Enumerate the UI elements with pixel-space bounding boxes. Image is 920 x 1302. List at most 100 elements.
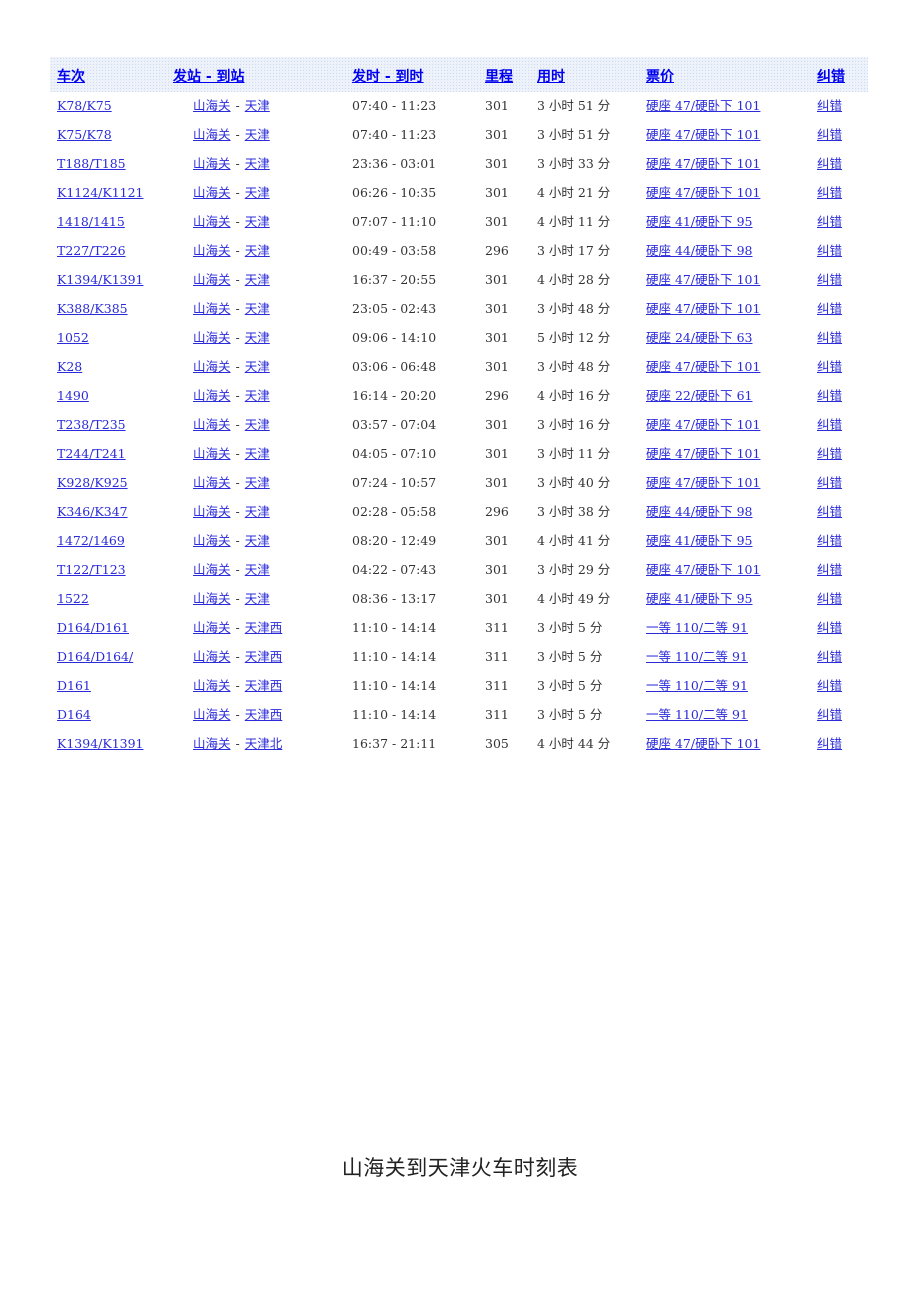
from-station-link[interactable]: 山海关 [193,243,231,258]
from-station-link[interactable]: 山海关 [193,591,231,606]
train-number-link[interactable]: T238/T235 [57,417,126,432]
train-number-link[interactable]: K1124/K1121 [57,185,144,200]
train-number-link[interactable]: 1418/1415 [57,214,125,229]
report-error-link[interactable]: 纠错 [817,156,842,171]
header-report-error[interactable]: 纠错 [817,68,845,86]
train-number-link[interactable]: D161 [57,678,91,693]
to-station-link[interactable]: 天津 [245,562,270,577]
from-station-link[interactable]: 山海关 [193,446,231,461]
report-error-link[interactable]: 纠错 [817,649,842,664]
price-link[interactable]: 硬座 44/硬卧下 98 [646,504,752,519]
from-station-link[interactable]: 山海关 [193,562,231,577]
header-route[interactable]: 发站 - 到站 [173,68,245,86]
to-station-link[interactable]: 天津 [245,388,270,403]
to-station-link[interactable]: 天津西 [245,620,283,635]
train-number-link[interactable]: T227/T226 [57,243,126,258]
from-station-link[interactable]: 山海关 [193,649,231,664]
header-distance[interactable]: 里程 [485,68,513,86]
header-duration[interactable]: 用时 [537,68,565,86]
report-error-link[interactable]: 纠错 [817,504,842,519]
from-station-link[interactable]: 山海关 [193,736,231,751]
train-number-link[interactable]: K78/K75 [57,98,112,113]
train-number-link[interactable]: 1052 [57,330,89,345]
report-error-link[interactable]: 纠错 [817,446,842,461]
price-link[interactable]: 硬座 47/硬卧下 101 [646,98,760,113]
to-station-link[interactable]: 天津西 [245,707,283,722]
from-station-link[interactable]: 山海关 [193,127,231,142]
report-error-link[interactable]: 纠错 [817,359,842,374]
report-error-link[interactable]: 纠错 [817,562,842,577]
price-link[interactable]: 硬座 24/硬卧下 63 [646,330,752,345]
train-number-link[interactable]: K388/K385 [57,301,128,316]
price-link[interactable]: 硬座 47/硬卧下 101 [646,446,760,461]
to-station-link[interactable]: 天津 [245,98,270,113]
from-station-link[interactable]: 山海关 [193,475,231,490]
from-station-link[interactable]: 山海关 [193,533,231,548]
from-station-link[interactable]: 山海关 [193,707,231,722]
price-link[interactable]: 硬座 47/硬卧下 101 [646,417,760,432]
to-station-link[interactable]: 天津 [245,127,270,142]
to-station-link[interactable]: 天津 [245,533,270,548]
from-station-link[interactable]: 山海关 [193,359,231,374]
to-station-link[interactable]: 天津 [245,272,270,287]
to-station-link[interactable]: 天津西 [245,649,283,664]
from-station-link[interactable]: 山海关 [193,388,231,403]
price-link[interactable]: 硬座 44/硬卧下 98 [646,243,752,258]
report-error-link[interactable]: 纠错 [817,417,842,432]
from-station-link[interactable]: 山海关 [193,185,231,200]
to-station-link[interactable]: 天津 [245,301,270,316]
train-number-link[interactable]: K1394/K1391 [57,736,144,751]
price-link[interactable]: 硬座 41/硬卧下 95 [646,591,752,606]
to-station-link[interactable]: 天津 [245,214,270,229]
report-error-link[interactable]: 纠错 [817,707,842,722]
report-error-link[interactable]: 纠错 [817,388,842,403]
report-error-link[interactable]: 纠错 [817,301,842,316]
from-station-link[interactable]: 山海关 [193,156,231,171]
train-number-link[interactable]: K928/K925 [57,475,128,490]
price-link[interactable]: 硬座 47/硬卧下 101 [646,272,760,287]
train-number-link[interactable]: K346/K347 [57,504,128,519]
to-station-link[interactable]: 天津西 [245,678,283,693]
report-error-link[interactable]: 纠错 [817,620,842,635]
from-station-link[interactable]: 山海关 [193,301,231,316]
report-error-link[interactable]: 纠错 [817,533,842,548]
train-number-link[interactable]: D164/D164/ [57,649,133,664]
price-link[interactable]: 硬座 41/硬卧下 95 [646,533,752,548]
train-number-link[interactable]: T122/T123 [57,562,126,577]
to-station-link[interactable]: 天津 [245,156,270,171]
to-station-link[interactable]: 天津北 [245,736,283,751]
report-error-link[interactable]: 纠错 [817,98,842,113]
report-error-link[interactable]: 纠错 [817,214,842,229]
to-station-link[interactable]: 天津 [245,504,270,519]
price-link[interactable]: 硬座 47/硬卧下 101 [646,736,760,751]
price-link[interactable]: 硬座 47/硬卧下 101 [646,475,760,490]
train-number-link[interactable]: 1522 [57,591,89,606]
price-link[interactable]: 硬座 41/硬卧下 95 [646,214,752,229]
report-error-link[interactable]: 纠错 [817,127,842,142]
to-station-link[interactable]: 天津 [245,359,270,374]
price-link[interactable]: 硬座 47/硬卧下 101 [646,301,760,316]
from-station-link[interactable]: 山海关 [193,272,231,287]
price-link[interactable]: 硬座 22/硬卧下 61 [646,388,752,403]
price-link[interactable]: 硬座 47/硬卧下 101 [646,359,760,374]
to-station-link[interactable]: 天津 [245,475,270,490]
from-station-link[interactable]: 山海关 [193,330,231,345]
report-error-link[interactable]: 纠错 [817,591,842,606]
price-link[interactable]: 一等 110/二等 91 [646,707,748,722]
train-number-link[interactable]: 1472/1469 [57,533,125,548]
to-station-link[interactable]: 天津 [245,243,270,258]
train-number-link[interactable]: D164 [57,707,91,722]
price-link[interactable]: 硬座 47/硬卧下 101 [646,185,760,200]
from-station-link[interactable]: 山海关 [193,504,231,519]
price-link[interactable]: 硬座 47/硬卧下 101 [646,156,760,171]
to-station-link[interactable]: 天津 [245,591,270,606]
from-station-link[interactable]: 山海关 [193,214,231,229]
price-link[interactable]: 一等 110/二等 91 [646,620,748,635]
to-station-link[interactable]: 天津 [245,185,270,200]
report-error-link[interactable]: 纠错 [817,185,842,200]
header-departure-arrival-time[interactable]: 发时 - 到时 [352,68,424,86]
header-price[interactable]: 票价 [646,68,674,86]
report-error-link[interactable]: 纠错 [817,272,842,287]
price-link[interactable]: 一等 110/二等 91 [646,649,748,664]
report-error-link[interactable]: 纠错 [817,736,842,751]
